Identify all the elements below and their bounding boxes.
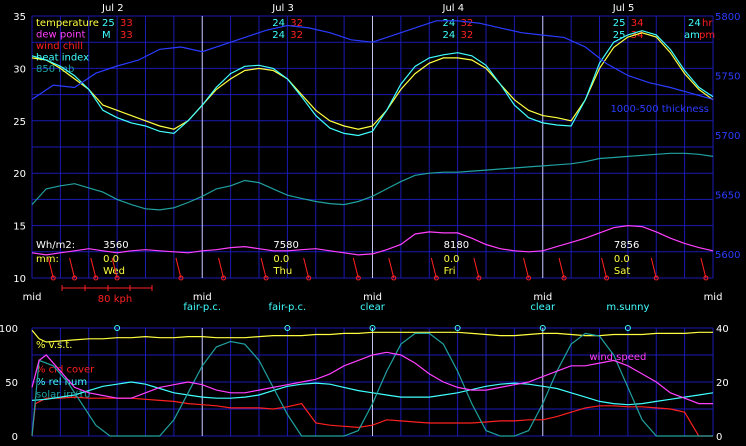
- wind-barb: [303, 257, 310, 279]
- y-tick-left-bottom: 50: [5, 378, 18, 389]
- header-max: 33: [120, 18, 133, 29]
- header-max2: 32: [290, 30, 303, 41]
- mm-value: 0.0: [614, 254, 630, 265]
- wind-barb: [473, 257, 480, 279]
- wind-barb: [352, 257, 359, 279]
- mm-value: 0.0: [103, 254, 119, 265]
- header-prefix: M: [102, 30, 111, 41]
- mid-label: mid: [704, 292, 723, 303]
- y-tick-left: 15: [13, 222, 26, 233]
- condition-label: fair-p.c.: [269, 302, 307, 313]
- legend-bottom-rel-hum: % rel hum: [36, 377, 87, 388]
- y-tick-left: 10: [13, 274, 26, 285]
- y-tick-left: 30: [13, 64, 26, 75]
- wind-barb: [175, 257, 182, 279]
- meteogram-svg: 35 30 25 20 15 10 5800 5750 5700 5650 5600 Jul 2 Jul…: [0, 3, 740, 443]
- mm-value: 0.0: [444, 254, 460, 265]
- wind-barb: [90, 257, 97, 279]
- y-tick-left: 20: [13, 169, 26, 180]
- condition-label: clear: [360, 302, 386, 313]
- wind-barb: [430, 257, 437, 279]
- day-label: Jul 2: [101, 3, 124, 14]
- condition-label: fair-p.c.: [183, 302, 221, 313]
- header-max2: 33: [120, 30, 133, 41]
- day-label: Jul 4: [442, 3, 465, 14]
- header-max: 32: [461, 18, 474, 29]
- header-min2: 24: [443, 30, 456, 41]
- wind-scale-label: 80 kph: [98, 294, 132, 305]
- day-label: Jul 3: [271, 3, 294, 14]
- meteogram: 35 30 25 20 15 10 5800 5750 5700 5650 5600 Jul 2 Jul…: [0, 0, 746, 446]
- wh-value: 3560: [103, 240, 128, 251]
- wind-barb: [388, 257, 395, 279]
- am-label: am: [684, 30, 700, 41]
- legend-bottom-cld-cover: % cld cover: [36, 365, 95, 376]
- y-tick-right: 5650: [715, 191, 740, 202]
- header-min: 24: [443, 18, 456, 29]
- wind-barb: [650, 257, 657, 279]
- day-name: Fri: [444, 266, 456, 277]
- header-min2: 24: [272, 30, 285, 41]
- hr-number: 24: [688, 18, 701, 29]
- condition-label: m.sunny: [606, 302, 649, 313]
- header-min: 25: [102, 18, 115, 29]
- day-name: Thu: [272, 266, 292, 277]
- header-max: 34: [631, 18, 644, 29]
- y-tick-left: 25: [13, 117, 26, 128]
- y-tick-right: 5750: [715, 72, 740, 83]
- pm-label: pm: [699, 30, 715, 41]
- legend-heat-index: heat index: [36, 53, 89, 64]
- wind-barb: [523, 257, 530, 279]
- header-max2: 32: [461, 30, 474, 41]
- y-tick-right: 5700: [715, 131, 740, 142]
- y-tick-right-bottom: 40: [716, 324, 729, 335]
- wh-value: 8180: [444, 240, 469, 251]
- thickness-label: 1000-500 thickness: [610, 104, 709, 115]
- wind-barb: [601, 257, 608, 279]
- wind-barb: [69, 257, 76, 279]
- y-tick-right-bottom: 0: [716, 432, 722, 443]
- condition-label: clear: [530, 302, 556, 313]
- day-label: Jul 5: [612, 3, 635, 14]
- hr-unit: hr: [702, 18, 713, 29]
- y-tick-right: 5600: [715, 250, 740, 261]
- y-tick-left: 35: [13, 12, 26, 23]
- wind-barb: [558, 257, 565, 279]
- wind-barb: [218, 257, 225, 279]
- day-name: Sat: [614, 266, 630, 277]
- wind-barb: [260, 257, 267, 279]
- mid-label: mid: [23, 292, 42, 303]
- y-tick-left-bottom: 0: [12, 432, 18, 443]
- y-tick-right-bottom: 20: [716, 378, 729, 389]
- header-min: 25: [613, 18, 626, 29]
- legend-dew-point: dew point: [36, 30, 85, 41]
- wh-value: 7580: [273, 240, 298, 251]
- wh-label: Wh/m2:: [36, 240, 75, 251]
- wh-value: 7856: [614, 240, 639, 251]
- y-tick-right: 5800: [715, 12, 740, 23]
- legend-wind-chill: wind chill: [36, 41, 83, 52]
- y-tick-left-bottom: 100: [0, 324, 18, 335]
- mm-label: mm:: [36, 254, 59, 265]
- wind-barb: [700, 257, 707, 279]
- mm-value: 0.0: [273, 254, 289, 265]
- legend-temperature: temperature: [36, 18, 99, 29]
